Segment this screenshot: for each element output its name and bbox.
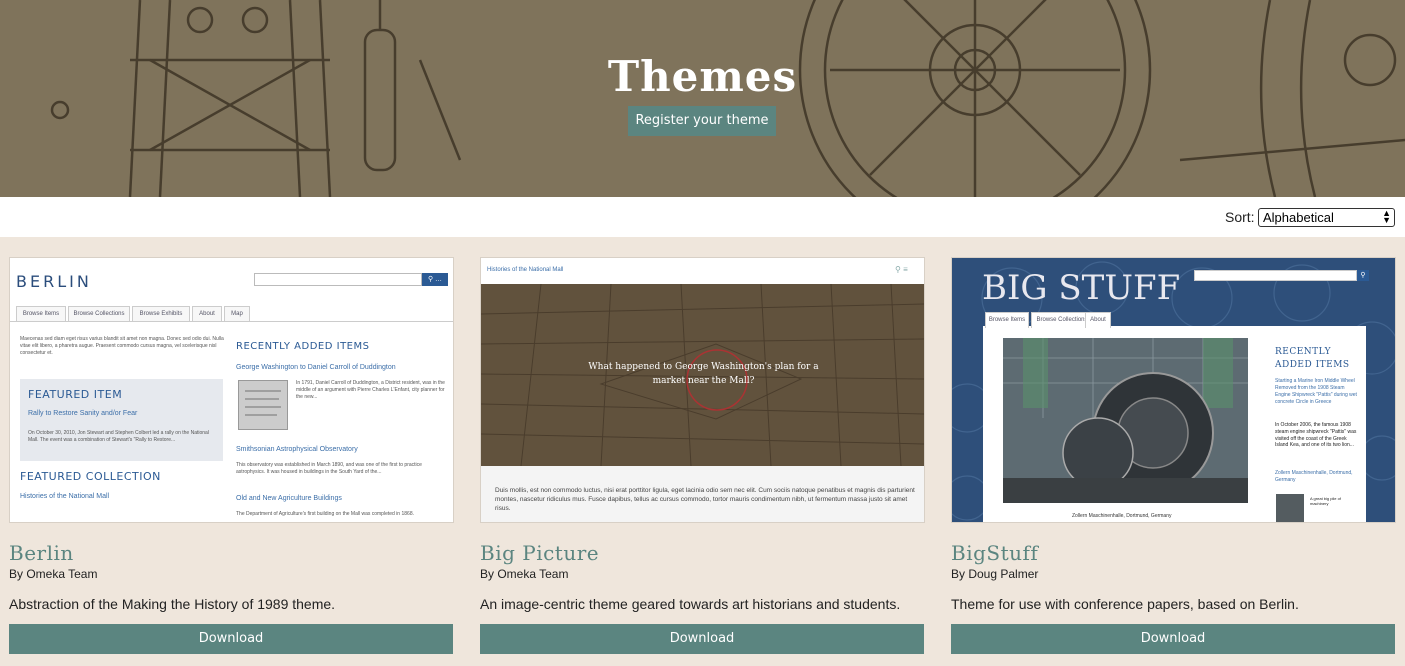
preview-collection-title: Histories of the National Mall [20,493,110,500]
preview-featured-text: On October 30, 2010, Jon Stewart and Ste… [28,430,209,443]
sort-selected-value: Alphabetical [1263,210,1334,225]
hero-banner: Themes Register your theme [0,0,1405,197]
preview-recent-title: Starting a Marine Iron Middle Wheel Remo… [1275,378,1357,405]
preview-thumb-image [238,380,288,430]
theme-screenshot-berlin[interactable]: BERLIN ⚲ … Browse Items Browse Collectio… [9,257,454,523]
preview-thumb-image [1276,494,1304,522]
theme-description: Abstraction of the Making the History of… [9,596,336,612]
preview-machine-photo [1003,338,1248,503]
theme-screenshot-big-picture[interactable]: Histories of the National Mall ⚲ ≡ What … [480,257,925,523]
preview-recent-text: This observatory was established in Marc… [236,462,422,475]
select-arrows-icon: ▲ ▼ [1382,208,1391,225]
preview-tab: Map [224,306,250,322]
preview-photo-caption: Zollern Maschinenhalle, Dortmund, German… [1072,513,1172,519]
download-button-big-picture[interactable]: Download [480,624,924,654]
preview-tab: About [192,306,222,322]
preview-search-box [254,273,422,286]
preview-recent-text: The Department of Agriculture's first bu… [236,511,414,517]
theme-description: An image-centric theme geared towards ar… [480,596,901,612]
preview-recent-text: In 1791, Daniel Carroll of Duddington, a… [296,380,445,400]
sort-select[interactable]: Alphabetical ▲ ▼ [1258,208,1395,227]
theme-title-big-picture[interactable]: Big Picture [480,541,599,565]
theme-author: By Doug Palmer [951,567,1039,581]
preview-search-box [1194,270,1357,281]
sort-bar: Sort: [0,197,1405,237]
preview-recent-title: George Washington to Daniel Carroll of D… [236,364,396,371]
page-title: Themes [607,52,798,101]
theme-author: By Omeka Team [480,567,569,581]
preview-recent-title: Zollern Maschinenhalle, Dortmund, German… [1275,470,1353,483]
preview-recent-title: Old and New Agriculture Buildings [236,495,342,502]
preview-featured-title: Rally to Restore Sanity and/or Fear [28,410,138,417]
preview-site-title: Histories of the National Mall [487,267,564,273]
preview-featured-heading: FEATURED ITEM [28,388,123,401]
preview-recent-title: Smithsonian Astrophysical Observatory [236,446,358,453]
preview-tab: Browse Items [985,312,1029,328]
preview-recent-text: A great big pile of machinery [1310,496,1341,507]
preview-search-icon: ⚲ [1357,270,1369,281]
download-button-berlin[interactable]: Download [9,624,453,654]
preview-recent-text: In October 2006, the famous 1908 steam e… [1275,422,1357,449]
preview-search-icon: ⚲ … [422,273,448,286]
theme-description: Theme for use with conference papers, ba… [951,596,1299,612]
sort-label: Sort: [1225,209,1255,225]
theme-title-berlin[interactable]: Berlin [9,541,74,565]
preview-tab: Browse Collections [68,306,130,322]
preview-tab: Browse Items [16,306,66,322]
preview-recent-heading: RECENTLY ADDED ITEMS [236,341,370,352]
theme-screenshot-bigstuff[interactable]: BIG STUFF ⚲ Browse Items Browse Collecti… [951,257,1396,523]
preview-overlay-text: What happened to George Washington's pla… [588,362,819,386]
preview-intro: Maecenas sed diam eget risus varius blan… [20,336,224,356]
register-theme-button[interactable]: Register your theme [628,106,776,136]
theme-title-bigstuff[interactable]: BigStuff [951,541,1038,565]
preview-tab: Browse Collections [1031,312,1093,328]
preview-body-text: Duis mollis, est non commodo luctus, nis… [495,487,915,512]
preview-logo: BIG STUFF [982,268,1181,308]
download-button-bigstuff[interactable]: Download [951,624,1395,654]
theme-author: By Omeka Team [9,567,98,581]
preview-logo: BERLIN [16,272,92,291]
preview-search-icon: ⚲ ≡ [895,265,908,274]
preview-recent-heading: RECENTLY ADDED ITEMS [1275,347,1350,370]
preview-collection-heading: FEATURED COLLECTION [20,470,161,483]
preview-tab: About [1085,312,1111,328]
preview-tab: Browse Exhibits [132,306,190,322]
